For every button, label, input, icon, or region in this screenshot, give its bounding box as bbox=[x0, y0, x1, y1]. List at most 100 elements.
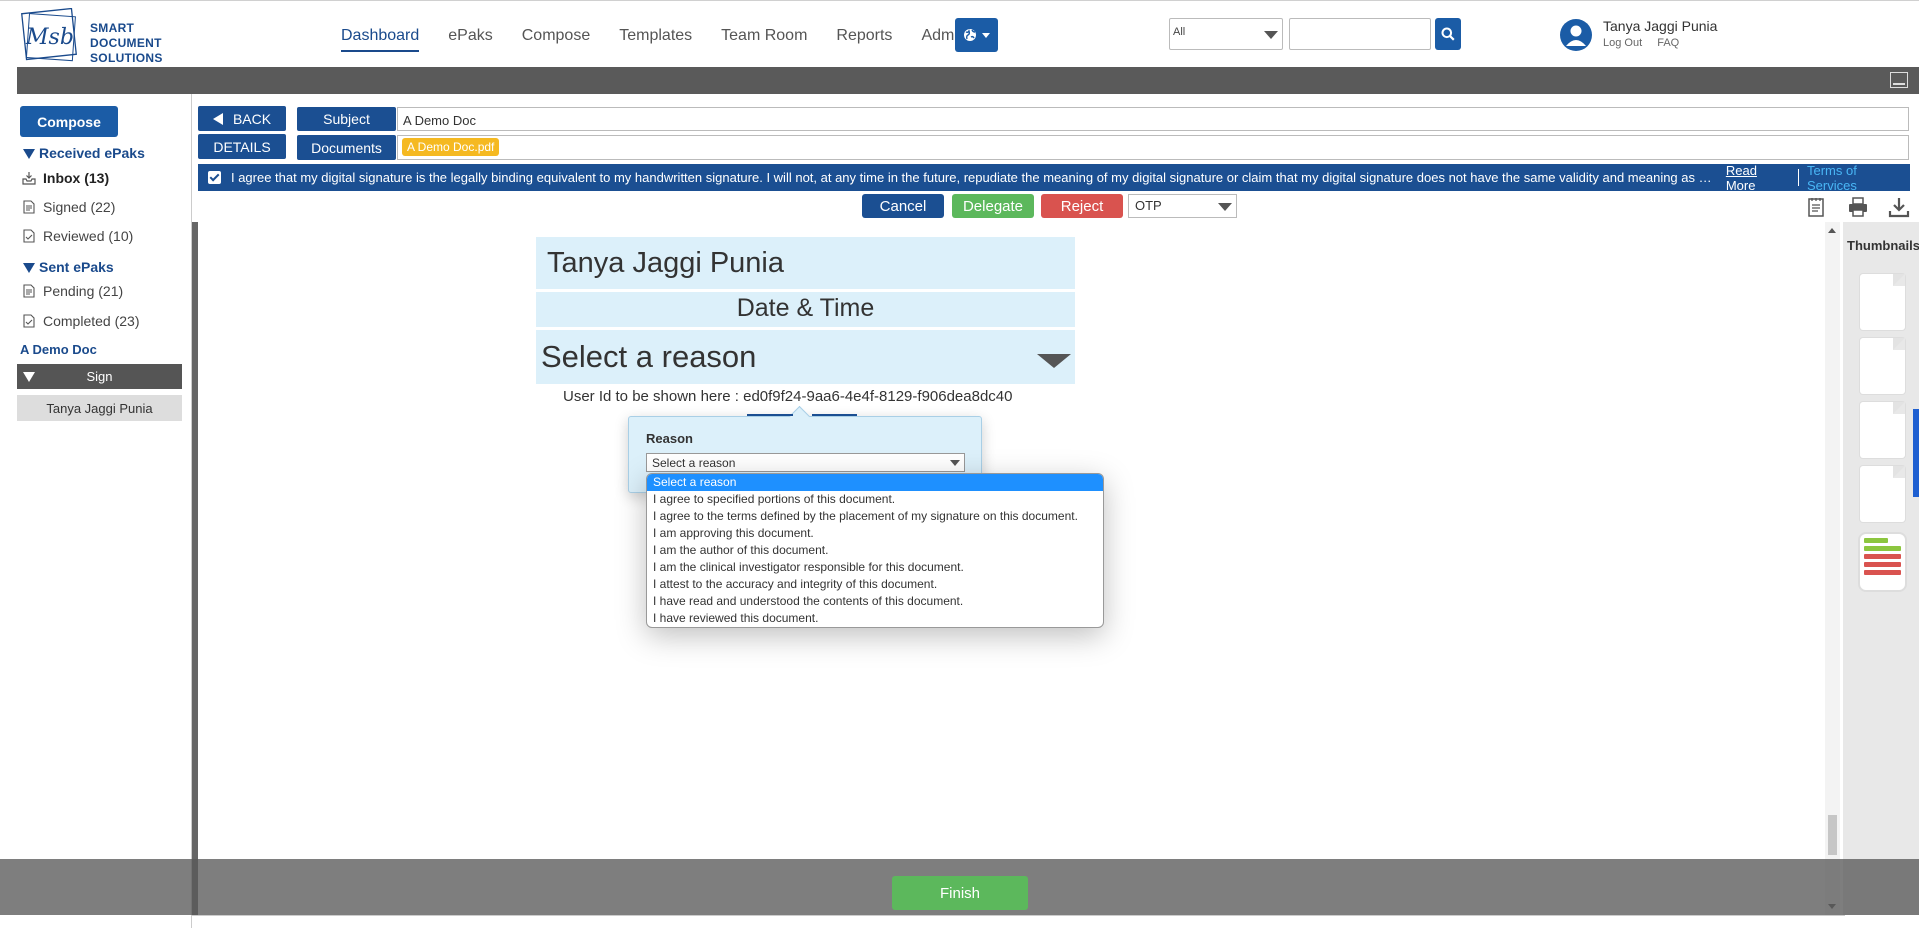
search-icon bbox=[1441, 27, 1455, 41]
scrollbar-thumb[interactable] bbox=[1828, 815, 1837, 855]
current-document-link[interactable]: A Demo Doc bbox=[20, 342, 97, 357]
nav-dashboard[interactable]: Dashboard bbox=[341, 27, 420, 52]
sidebar-item-reviewed[interactable]: Reviewed (10) bbox=[22, 228, 133, 244]
toolbar-strip bbox=[17, 67, 1919, 94]
caret-down-icon bbox=[23, 372, 35, 382]
avatar[interactable] bbox=[1560, 19, 1592, 51]
minimize-icon[interactable] bbox=[1890, 72, 1908, 88]
chevron-down-icon bbox=[950, 460, 960, 466]
caret-down-icon bbox=[1037, 354, 1071, 368]
page-thumbnail[interactable] bbox=[1860, 274, 1905, 330]
reason-option[interactable]: I am the author of this document. bbox=[647, 542, 1103, 559]
reason-option[interactable]: I have reviewed this document. bbox=[647, 610, 1103, 627]
reason-dropdown-list: Select a reason I agree to specified por… bbox=[646, 473, 1104, 628]
svg-text:Msb: Msb bbox=[25, 25, 74, 50]
reject-button[interactable]: Reject bbox=[1041, 194, 1123, 218]
sign-step-header[interactable]: Sign bbox=[17, 364, 182, 389]
logo-text: SMART DOCUMENT SOLUTIONS bbox=[90, 21, 163, 65]
sidebar-item-inbox[interactable]: Inbox (13) bbox=[22, 170, 109, 186]
user-name: Tanya Jaggi Punia bbox=[1603, 18, 1718, 34]
signature-name-field[interactable]: Tanya Jaggi Punia bbox=[536, 237, 1075, 289]
read-more-link[interactable]: Read More bbox=[1726, 163, 1790, 193]
top-bar: Msb SMART DOCUMENT SOLUTIONS Dashboard e… bbox=[0, 0, 1919, 67]
thumb-bar bbox=[1864, 554, 1901, 559]
msb-logo-icon: Msb bbox=[21, 8, 77, 62]
reason-option[interactable]: I attest to the accuracy and integrity o… bbox=[647, 576, 1103, 593]
page-thumbnail[interactable] bbox=[1860, 338, 1905, 394]
document-scrollbar[interactable] bbox=[1825, 222, 1840, 915]
details-button[interactable]: DETAILS bbox=[198, 134, 286, 159]
document-chip[interactable]: A Demo Doc.pdf bbox=[402, 138, 500, 156]
thumbnails-title: Thumbnails bbox=[1847, 238, 1919, 253]
user-icon bbox=[1566, 25, 1586, 46]
agreement-checkbox[interactable] bbox=[208, 171, 221, 184]
nav-compose[interactable]: Compose bbox=[522, 27, 590, 52]
inbox-icon bbox=[22, 172, 36, 185]
reason-option[interactable]: Select a reason bbox=[647, 474, 1103, 491]
page-thumbnail-signature[interactable] bbox=[1860, 534, 1905, 590]
sent-epaks-header[interactable]: Sent ePaks bbox=[23, 259, 114, 275]
delegate-button[interactable]: Delegate bbox=[952, 194, 1034, 218]
sidebar: Compose Received ePaks Inbox (13) Signed… bbox=[0, 94, 192, 928]
search-button[interactable] bbox=[1435, 18, 1461, 50]
caret-down-icon bbox=[23, 263, 35, 274]
search-scope-select[interactable]: All bbox=[1169, 18, 1283, 50]
reason-option[interactable]: I am the clinical investigator responsib… bbox=[647, 559, 1103, 576]
reason-option[interactable]: I agree to the terms defined by the plac… bbox=[647, 508, 1103, 525]
reason-option[interactable]: I have read and understood the contents … bbox=[647, 593, 1103, 610]
thumbnails-panel: Thumbnails bbox=[1843, 222, 1919, 915]
sidebar-item-signed[interactable]: Signed (22) bbox=[22, 199, 115, 215]
reason-option[interactable]: I am approving this document. bbox=[647, 525, 1103, 542]
logo[interactable]: Msb SMART DOCUMENT SOLUTIONS bbox=[18, 8, 208, 65]
main-nav: Dashboard ePaks Compose Templates Team R… bbox=[341, 27, 996, 52]
search-input[interactable] bbox=[1289, 18, 1431, 50]
reason-label: Reason bbox=[646, 431, 693, 446]
thumb-bar bbox=[1864, 562, 1901, 567]
notes-icon[interactable] bbox=[1805, 196, 1827, 218]
received-epaks-header[interactable]: Received ePaks bbox=[23, 145, 145, 161]
user-id-text: User Id to be shown here : ed0f9f24-9aa6… bbox=[563, 388, 1013, 405]
globe-icon bbox=[964, 29, 976, 41]
faq-link[interactable]: FAQ bbox=[1657, 37, 1679, 49]
pending-doc-icon bbox=[23, 284, 35, 298]
print-icon[interactable] bbox=[1847, 196, 1869, 218]
nav-reports[interactable]: Reports bbox=[836, 27, 892, 52]
subject-field[interactable]: A Demo Doc bbox=[397, 107, 1909, 131]
caret-down-icon bbox=[23, 149, 35, 160]
signature-reason-field[interactable]: Select a reason bbox=[536, 330, 1075, 384]
thumb-bar bbox=[1864, 538, 1888, 543]
page-thumbnail[interactable] bbox=[1860, 466, 1905, 522]
agreement-bar: I agree that my digital signature is the… bbox=[198, 163, 1910, 193]
signature-date-field: Date & Time bbox=[536, 292, 1075, 327]
reviewed-doc-icon bbox=[23, 229, 35, 243]
cancel-button[interactable]: Cancel bbox=[862, 194, 944, 218]
auth-method-select[interactable]: OTP bbox=[1128, 194, 1237, 218]
compose-button[interactable]: Compose bbox=[20, 106, 118, 137]
signed-doc-icon bbox=[23, 200, 35, 214]
chevron-down-icon bbox=[1218, 203, 1232, 211]
chevron-down-icon bbox=[1264, 31, 1278, 39]
language-button[interactable] bbox=[955, 18, 998, 52]
reason-option[interactable]: I agree to specified portions of this do… bbox=[647, 491, 1103, 508]
scroll-up-icon[interactable] bbox=[1828, 228, 1836, 233]
finish-button[interactable]: Finish bbox=[892, 876, 1028, 910]
download-icon[interactable] bbox=[1888, 196, 1910, 218]
sidebar-item-completed[interactable]: Completed (23) bbox=[22, 313, 140, 329]
nav-team-room[interactable]: Team Room bbox=[721, 27, 807, 52]
page-thumbnail[interactable] bbox=[1860, 402, 1905, 458]
user-links: Log Out FAQ bbox=[1603, 37, 1691, 49]
terms-link[interactable]: Terms of Services bbox=[1807, 163, 1910, 193]
signer-item[interactable]: Tanya Jaggi Punia bbox=[17, 395, 182, 421]
logout-link[interactable]: Log Out bbox=[1603, 37, 1642, 49]
documents-field: A Demo Doc.pdf bbox=[397, 135, 1909, 160]
chevron-down-icon bbox=[982, 32, 990, 38]
reason-select[interactable]: Select a reason bbox=[646, 453, 965, 472]
subject-label: Subject bbox=[297, 107, 396, 131]
back-button[interactable]: BACK bbox=[198, 106, 286, 131]
sidebar-item-pending[interactable]: Pending (21) bbox=[22, 283, 123, 299]
nav-epaks[interactable]: ePaks bbox=[448, 27, 492, 52]
thumbnail-position-indicator bbox=[1913, 409, 1919, 497]
divider bbox=[747, 414, 793, 416]
divider bbox=[812, 414, 857, 416]
nav-templates[interactable]: Templates bbox=[619, 27, 692, 52]
